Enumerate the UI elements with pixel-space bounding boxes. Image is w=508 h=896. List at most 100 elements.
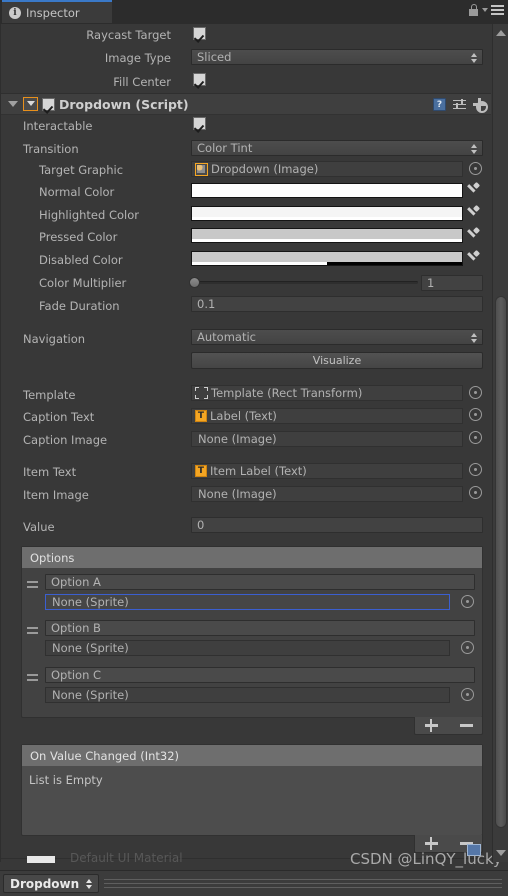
text-icon: T xyxy=(195,465,207,477)
checkbox-fill-center[interactable] xyxy=(193,73,206,86)
tab-inspector[interactable]: i Inspector xyxy=(2,0,112,23)
input-option-a-text-value: Option A xyxy=(51,575,101,589)
colorfield-highlighted-color[interactable] xyxy=(191,206,463,221)
onvaluechanged-empty-label: List is Empty xyxy=(29,773,103,787)
tab-inspector-label: Inspector xyxy=(26,5,80,20)
input-option-c-text[interactable]: Option C xyxy=(45,667,475,683)
input-option-a-text[interactable]: Option A xyxy=(45,574,475,590)
inspector-window: i Inspector Raycast Target Image Type Sl… xyxy=(0,0,508,896)
checkbox-component-enabled[interactable] xyxy=(42,97,55,111)
eyedropper-pressed-color[interactable] xyxy=(467,228,480,242)
objectfield-caption-image-value: None (Image) xyxy=(198,432,277,446)
checkbox-raycast-target[interactable] xyxy=(193,27,206,40)
color-alpha-bar xyxy=(192,194,462,197)
popup-transition[interactable]: Color Tint xyxy=(191,140,483,156)
hamburger-menu-icon[interactable] xyxy=(491,5,504,15)
visualize-button[interactable]: Visualize xyxy=(191,352,483,369)
options-remove-button[interactable] xyxy=(459,719,473,732)
popup-transition-value: Color Tint xyxy=(197,141,253,155)
label-fade-duration: Fade Duration xyxy=(39,299,120,313)
component-title: Dropdown (Script) xyxy=(59,96,189,112)
objectfield-template[interactable]: Template (Rect Transform) xyxy=(191,385,463,401)
drag-handle-option-a[interactable] xyxy=(27,581,38,588)
watermark-text: CSDN @LinQY_lucky xyxy=(350,850,502,868)
object-picker-caption-text[interactable] xyxy=(469,408,482,421)
object-picker-item-text[interactable] xyxy=(469,463,482,476)
object-picker-option-a-sprite[interactable] xyxy=(461,595,474,608)
help-icon[interactable]: ? xyxy=(433,98,446,111)
objectfield-option-b-sprite[interactable]: None (Sprite) xyxy=(45,640,450,656)
object-picker-template[interactable] xyxy=(469,386,482,399)
input-option-b-text-value: Option B xyxy=(51,621,101,635)
color-swatch-fill xyxy=(192,184,462,194)
scrollbar-thumb[interactable] xyxy=(495,296,507,828)
object-picker-target-graphic[interactable] xyxy=(469,162,482,175)
options-add-button[interactable] xyxy=(424,719,438,732)
objectfield-caption-image[interactable]: None (Image) xyxy=(191,431,463,447)
input-option-b-text[interactable]: Option B xyxy=(45,620,475,636)
foldout-triangle-icon[interactable] xyxy=(8,101,18,107)
chevron-down-icon[interactable] xyxy=(482,8,488,12)
eyedropper-normal-color[interactable] xyxy=(467,183,480,197)
colorfield-disabled-color[interactable] xyxy=(191,251,463,266)
info-icon: i xyxy=(9,6,21,19)
options-list-header: Options xyxy=(22,547,482,568)
preset-icon[interactable] xyxy=(453,98,466,111)
eyedropper-disabled-color[interactable] xyxy=(467,251,480,265)
slider-color-multiplier-track[interactable] xyxy=(196,281,418,284)
objectfield-option-a-sprite[interactable]: None (Sprite) xyxy=(45,594,450,610)
scroll-down-arrow-icon[interactable] xyxy=(496,850,506,856)
options-list-toolbar xyxy=(414,717,483,735)
objectfield-option-b-sprite-value: None (Sprite) xyxy=(52,641,129,655)
color-swatch-fill xyxy=(192,207,462,217)
input-fade-duration[interactable]: 0.1 xyxy=(191,296,483,312)
objectfield-caption-text-value: Label (Text) xyxy=(210,409,277,423)
label-navigation: Navigation xyxy=(23,332,86,346)
color-swatch-fill xyxy=(192,229,462,239)
objectfield-item-image-value: None (Image) xyxy=(198,487,277,501)
slider-color-multiplier-handle[interactable] xyxy=(189,277,200,288)
label-fill-center: Fill Center xyxy=(113,75,171,89)
input-color-multiplier[interactable]: 1 xyxy=(421,275,483,291)
objectfield-caption-text[interactable]: T Label (Text) xyxy=(191,408,463,424)
objectfield-target-graphic[interactable]: Dropdown (Image) xyxy=(191,161,463,177)
selected-object-dropdown[interactable]: Dropdown xyxy=(3,874,100,893)
color-alpha-bar xyxy=(192,217,462,220)
gear-icon[interactable] xyxy=(473,98,488,113)
object-picker-option-b-sprite[interactable] xyxy=(461,641,474,654)
vertical-scrollbar[interactable] xyxy=(492,24,508,862)
tab-bar: i Inspector xyxy=(0,0,508,24)
eyedropper-highlighted-color[interactable] xyxy=(467,206,480,220)
checkbox-interactable[interactable] xyxy=(193,117,206,130)
options-list-header-label: Options xyxy=(30,550,75,565)
objectfield-option-c-sprite[interactable]: None (Sprite) xyxy=(45,687,450,703)
label-caption-text: Caption Text xyxy=(23,410,95,424)
input-color-multiplier-value: 1 xyxy=(427,276,435,290)
objectfield-template-value: Template (Rect Transform) xyxy=(211,386,363,400)
popup-image-type[interactable]: Sliced xyxy=(191,49,483,65)
updown-arrows-icon xyxy=(470,53,477,63)
drag-handle-option-c[interactable] xyxy=(27,674,38,681)
material-name-label: Default UI Material xyxy=(70,851,183,865)
input-value[interactable]: 0 xyxy=(191,517,483,533)
popup-navigation[interactable]: Automatic xyxy=(191,329,483,345)
label-raycast-target: Raycast Target xyxy=(86,28,171,42)
updown-arrows-icon xyxy=(470,144,477,154)
footer-bar: Dropdown xyxy=(0,870,508,896)
colorfield-pressed-color[interactable] xyxy=(191,228,463,243)
material-preview-swatch xyxy=(27,856,55,863)
input-value-text: 0 xyxy=(197,518,205,532)
object-picker-item-image[interactable] xyxy=(469,486,482,499)
image-icon xyxy=(195,162,208,176)
label-disabled-color: Disabled Color xyxy=(39,253,123,267)
component-header-dropdown[interactable]: Dropdown (Script) ? xyxy=(1,93,491,115)
colorfield-normal-color[interactable] xyxy=(191,183,463,198)
lock-icon[interactable] xyxy=(468,4,479,16)
object-picker-caption-image[interactable] xyxy=(469,431,482,444)
drag-handle-option-b[interactable] xyxy=(27,627,38,634)
scroll-up-arrow-icon[interactable] xyxy=(496,30,506,36)
object-picker-option-c-sprite[interactable] xyxy=(461,688,474,701)
objectfield-item-text[interactable]: T Item Label (Text) xyxy=(191,463,463,479)
label-normal-color: Normal Color xyxy=(39,185,115,199)
objectfield-item-image[interactable]: None (Image) xyxy=(191,486,463,502)
